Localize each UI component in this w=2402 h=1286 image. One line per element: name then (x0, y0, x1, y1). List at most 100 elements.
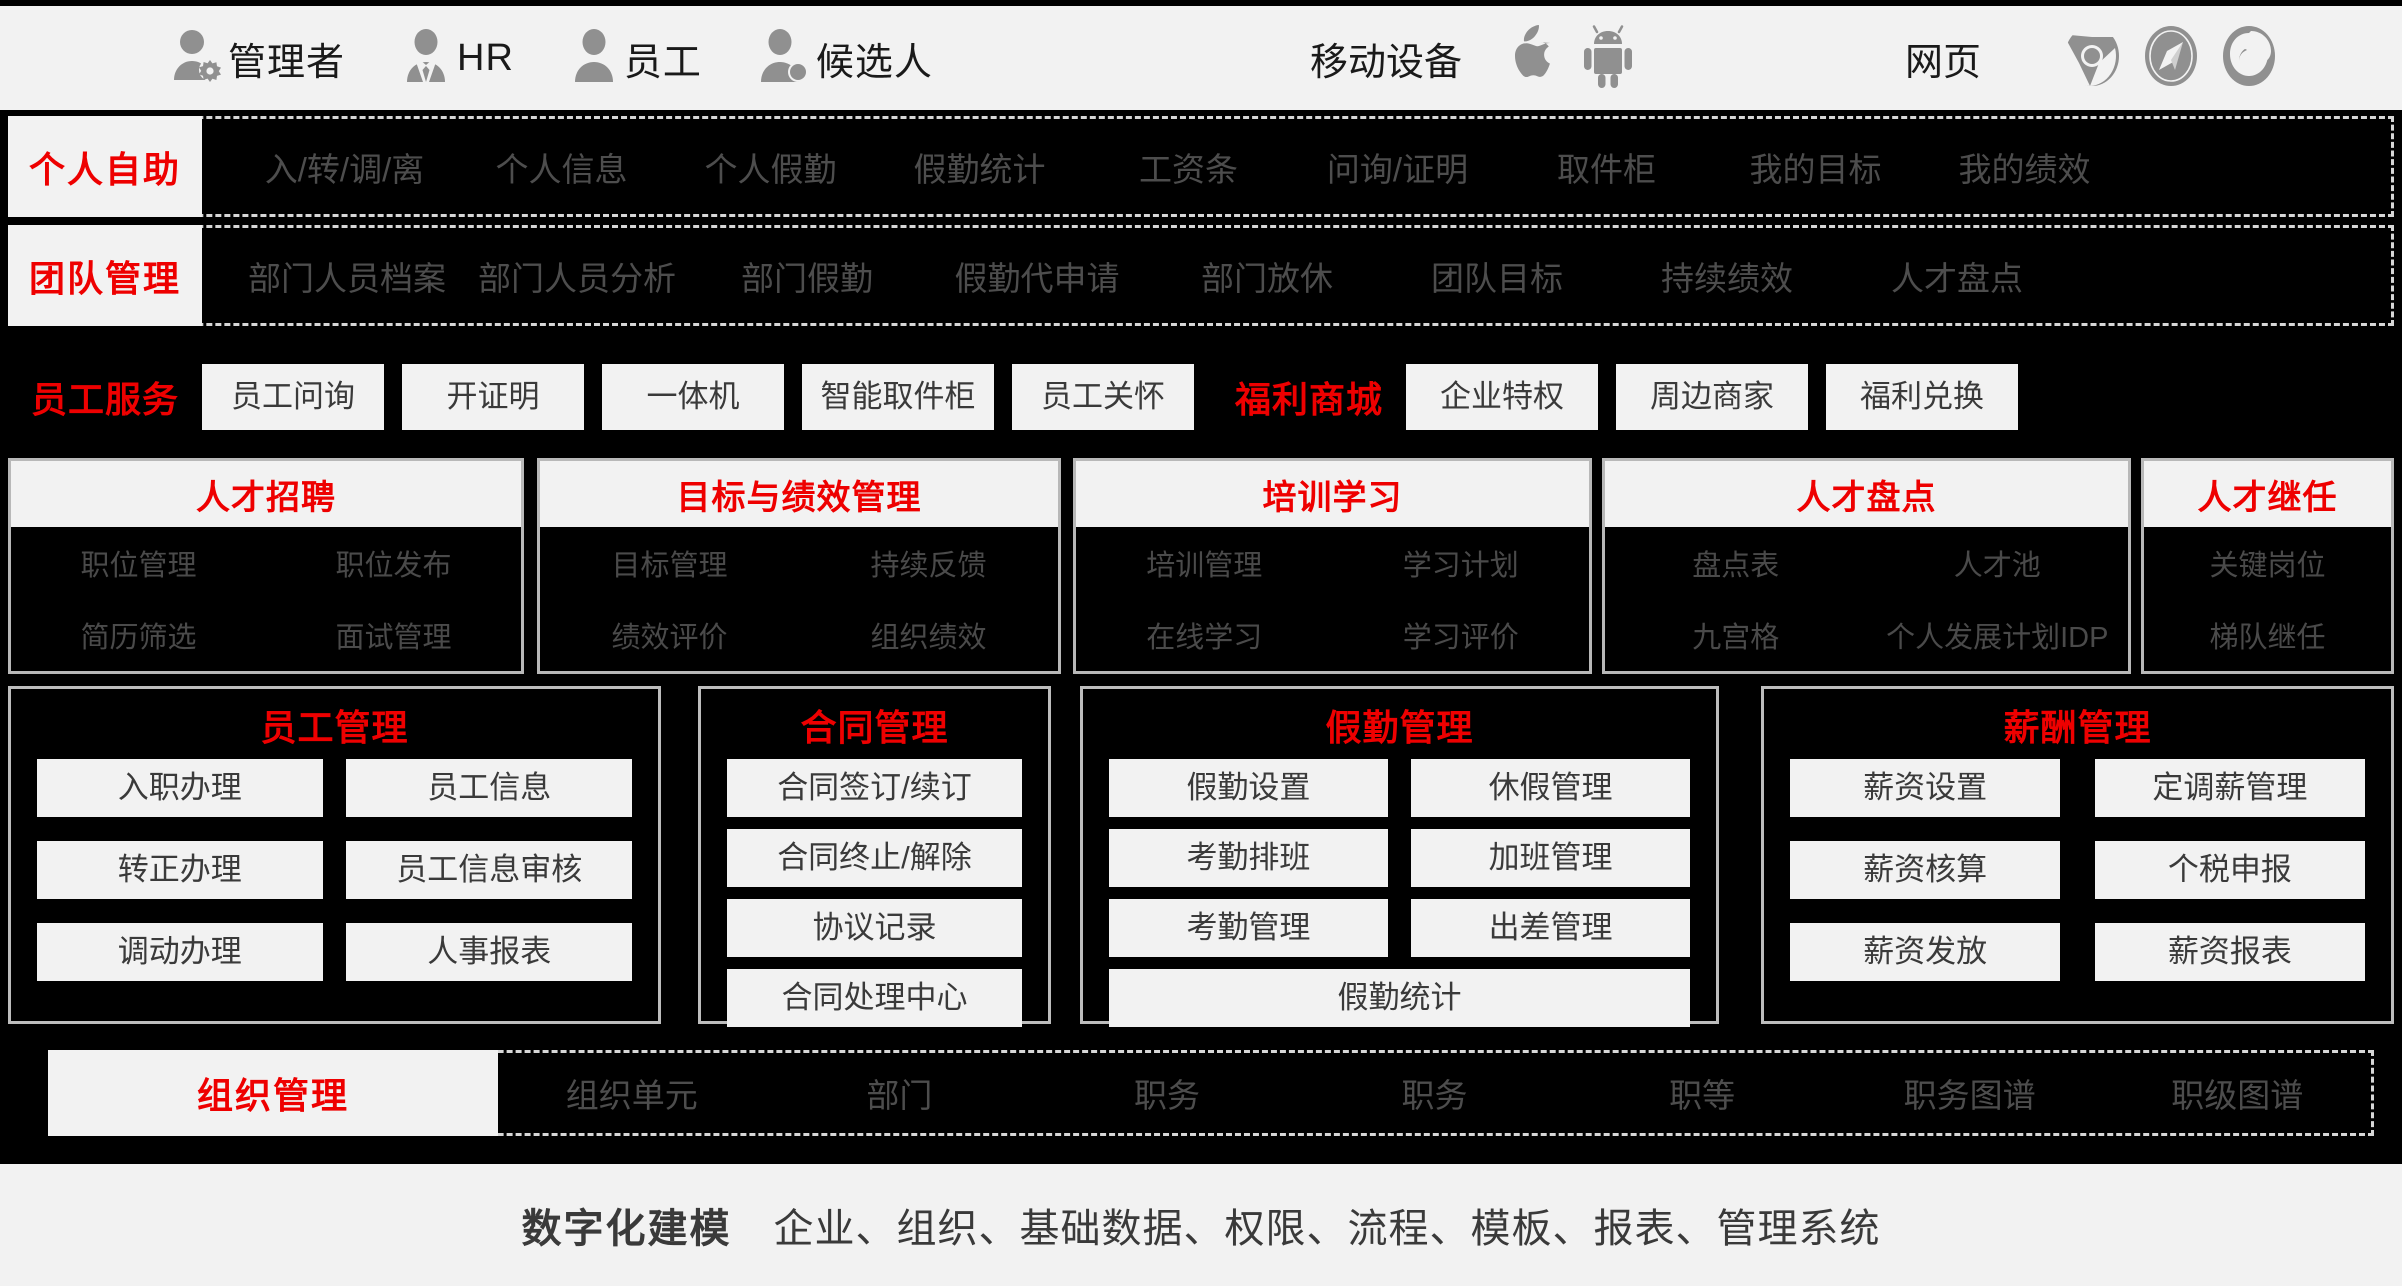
button-grid: 假勤设置 休假管理 考勤排班 加班管理 考勤管理 出差管理 假勤统计 (1083, 751, 1716, 1039)
self-service-title: 个人自助 (8, 116, 202, 217)
self-service-item[interactable]: 工资条 (1084, 143, 1293, 191)
persona-hr[interactable]: HR (401, 28, 514, 89)
employee-service-title: 员工服务 (30, 379, 179, 420)
team-management-item[interactable]: 持续绩效 (1612, 252, 1842, 300)
big-module-title: 合同管理 (800, 707, 949, 748)
module-subitem[interactable]: 职位发布 (266, 542, 521, 584)
module-subitem[interactable]: 组织绩效 (799, 614, 1058, 656)
self-service-item[interactable]: 入/转/调/离 (232, 143, 457, 191)
module-subitem[interactable]: 学习评价 (1333, 614, 1590, 656)
self-service-item[interactable]: 问询/证明 (1293, 143, 1502, 191)
module-button[interactable]: 员工信息审核 (346, 841, 632, 899)
team-management-item[interactable]: 假勤代申请 (922, 252, 1152, 300)
persona-candidate[interactable]: 候选人 (758, 28, 933, 89)
team-management-item[interactable]: 部门人员档案 (232, 252, 462, 300)
team-management-item[interactable]: 部门人员分析 (462, 252, 692, 300)
module-subitem[interactable]: 关键岗位 (2144, 542, 2391, 584)
module-button[interactable]: 定调薪管理 (2094, 759, 2365, 817)
module-button[interactable]: 调动办理 (37, 923, 323, 981)
module-subitem[interactable]: 在线学习 (1076, 614, 1333, 656)
self-service-item[interactable]: 个人假勤 (666, 143, 875, 191)
benefit-mall-chip[interactable]: 福利兑换 (1826, 364, 2018, 430)
persona-manager[interactable]: 管理者 (170, 28, 345, 89)
big-module-title: 员工管理 (260, 707, 409, 748)
big-module-title: 假勤管理 (1325, 707, 1474, 748)
benefit-mall-chip[interactable]: 企业特权 (1406, 364, 1598, 430)
organization-dashed-panel: 组织管理 组织单元 部门 职务 职务 职等 职务图谱 职级图谱 (48, 1050, 2374, 1136)
module-button[interactable]: 加班管理 (1411, 829, 1690, 887)
module-subitem[interactable]: 持续反馈 (799, 542, 1058, 584)
module-subitem[interactable]: 人才池 (1867, 542, 2129, 584)
module-subitem[interactable]: 面试管理 (266, 614, 521, 656)
employee-service-chip[interactable]: 员工问询 (202, 364, 384, 430)
module-button[interactable]: 个税申报 (2094, 841, 2365, 899)
employee-service-chip[interactable]: 员工关怀 (1012, 364, 1194, 430)
benefit-mall-chip[interactable]: 周边商家 (1616, 364, 1808, 430)
organization-item[interactable]: 职等 (1568, 1069, 1836, 1117)
module-card-title: 人才继任 (2144, 461, 2391, 527)
module-button[interactable]: 转正办理 (37, 841, 323, 899)
organization-item[interactable]: 职务 (1033, 1069, 1301, 1117)
module-card-recruitment[interactable]: 人才招聘 职位管理 职位发布 简历筛选 面试管理 (8, 458, 524, 674)
module-button[interactable]: 协议记录 (727, 899, 1022, 957)
module-button[interactable]: 人事报表 (346, 923, 632, 981)
self-service-item[interactable]: 取件柜 (1502, 143, 1711, 191)
module-subitem[interactable]: 九宫格 (1605, 614, 1867, 656)
team-management-title: 团队管理 (8, 225, 202, 326)
self-service-items: 入/转/调/离 个人信息 个人假勤 假勤统计 工资条 问询/证明 取件柜 我的目… (202, 119, 2391, 214)
module-button[interactable]: 合同终止/解除 (727, 829, 1022, 887)
module-button[interactable]: 合同签订/续订 (727, 759, 1022, 817)
team-management-item[interactable]: 部门假勤 (692, 252, 922, 300)
module-card-succession[interactable]: 人才继任 关键岗位 梯队继任 (2141, 458, 2394, 674)
module-button[interactable]: 薪资设置 (1790, 759, 2061, 817)
module-card-talent-review[interactable]: 人才盘点 盘点表 人才池 九宫格 个人发展计划IDP (1602, 458, 2131, 674)
module-subitem[interactable]: 培训管理 (1076, 542, 1333, 584)
organization-item[interactable]: 职务 (1301, 1069, 1569, 1117)
button-grid: 薪资设置 定调薪管理 薪资核算 个税申报 薪资发放 薪资报表 (1764, 751, 2391, 1005)
self-service-row: 个人自助 入/转/调/离 个人信息 个人假勤 假勤统计 工资条 问询/证明 取件… (8, 116, 2394, 217)
organization-item[interactable]: 部门 (766, 1069, 1034, 1117)
user-tie-icon (401, 28, 451, 89)
module-button[interactable]: 合同处理中心 (727, 969, 1022, 1027)
module-button[interactable]: 考勤管理 (1109, 899, 1388, 957)
self-service-item[interactable]: 假勤统计 (875, 143, 1084, 191)
module-button[interactable]: 考勤排班 (1109, 829, 1388, 887)
module-subitem[interactable]: 学习计划 (1333, 542, 1590, 584)
persona-label: HR (457, 36, 514, 79)
module-subitem[interactable]: 盘点表 (1605, 542, 1867, 584)
module-button[interactable]: 入职办理 (37, 759, 323, 817)
organization-row: 组织管理 组织单元 部门 职务 职务 职等 职务图谱 职级图谱 (8, 1034, 2394, 1152)
module-card-goal-performance[interactable]: 目标与绩效管理 目标管理 持续反馈 绩效评价 组织绩效 (537, 458, 1061, 674)
module-subitem[interactable]: 个人发展计划IDP (1867, 614, 2129, 656)
module-button-attendance-statistics[interactable]: 假勤统计 (1109, 969, 1690, 1027)
module-subitem[interactable]: 简历筛选 (11, 614, 266, 656)
big-module-attendance-management: 假勤管理 假勤设置 休假管理 考勤排班 加班管理 考勤管理 出差管理 假勤统计 (1080, 686, 1719, 1027)
big-module-payroll-management: 薪酬管理 薪资设置 定调薪管理 薪资核算 个税申报 薪资发放 薪资报表 (1761, 686, 2394, 1024)
module-button[interactable]: 薪资报表 (2094, 923, 2365, 981)
team-management-item[interactable]: 团队目标 (1382, 252, 1612, 300)
organization-item[interactable]: 组织单元 (498, 1069, 766, 1117)
module-card-training[interactable]: 培训学习 培训管理 学习计划 在线学习 学习评价 (1073, 458, 1592, 674)
team-management-item[interactable]: 人才盘点 (1842, 252, 2072, 300)
organization-item[interactable]: 职级图谱 (2103, 1069, 2371, 1117)
module-subitem[interactable]: 目标管理 (540, 542, 799, 584)
big-module-row: 员工管理 入职办理 员工信息 转正办理 员工信息审核 调动办理 人事报表 合同管… (8, 686, 2394, 1027)
employee-service-chip[interactable]: 一体机 (602, 364, 784, 430)
module-subitem[interactable]: 职位管理 (11, 542, 266, 584)
persona-employee[interactable]: 员工 (570, 28, 702, 89)
employee-service-chip[interactable]: 智能取件柜 (802, 364, 994, 430)
self-service-item[interactable]: 我的绩效 (1920, 143, 2129, 191)
organization-item[interactable]: 职务图谱 (1836, 1069, 2104, 1117)
module-button[interactable]: 假勤设置 (1109, 759, 1388, 817)
module-button[interactable]: 薪资发放 (1790, 923, 2061, 981)
module-subitem[interactable]: 梯队继任 (2144, 614, 2391, 656)
self-service-item[interactable]: 我的目标 (1711, 143, 1920, 191)
employee-service-chip[interactable]: 开证明 (402, 364, 584, 430)
module-button[interactable]: 员工信息 (346, 759, 632, 817)
module-button[interactable]: 薪资核算 (1790, 841, 2061, 899)
module-button[interactable]: 休假管理 (1411, 759, 1690, 817)
module-button[interactable]: 出差管理 (1411, 899, 1690, 957)
self-service-item[interactable]: 个人信息 (457, 143, 666, 191)
module-subitem[interactable]: 绩效评价 (540, 614, 799, 656)
team-management-item[interactable]: 部门放休 (1152, 252, 1382, 300)
